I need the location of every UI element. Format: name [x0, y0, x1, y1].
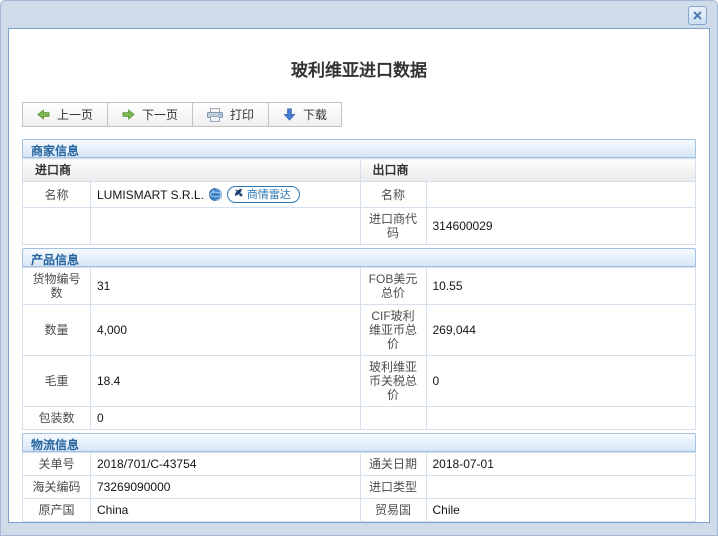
duty-bob-value: 0	[425, 355, 696, 407]
prev-arrow-icon	[37, 108, 50, 121]
importer-code-value: 314600029	[425, 207, 696, 245]
table-row: 名称 LUMISMART S.R.L. 商情雷达 名称	[22, 181, 696, 208]
section-merchant: 商家信息 进口商 出口商 名称 LUMISMART S.R.L. 商情雷达 名称…	[22, 139, 696, 245]
dialog-panel: 玻利维亚进口数据 上一页 下一页 打印 下载 商家信息 进口商 出口商 名称 L…	[8, 28, 710, 523]
next-arrow-icon	[122, 108, 135, 121]
importer-name-label: 名称	[22, 181, 91, 208]
product-table: 货物编号数 31 FOB美元总价 10.55 数量 4,000 CIF玻利维亚币…	[22, 267, 696, 430]
fob-usd-label: FOB美元总价	[359, 267, 427, 305]
importer-column-header: 进口商	[22, 158, 361, 182]
declaration-no-label: 关单号	[22, 452, 91, 476]
hs-code-value: 73269090000	[90, 475, 361, 499]
cif-bob-value: 269,044	[425, 304, 696, 356]
quantity-value: 4,000	[90, 304, 361, 356]
cif-bob-label: CIF玻利维亚币总价	[359, 304, 427, 356]
table-row: 原产国 China 贸易国 Chile	[22, 498, 696, 522]
close-icon	[693, 7, 702, 25]
trade-country-label: 贸易国	[359, 498, 427, 522]
origin-country-value: China	[90, 498, 361, 522]
print-label: 打印	[230, 108, 255, 122]
package-count-value: 0	[90, 406, 361, 430]
trade-country-value: Chile	[425, 498, 696, 522]
product-section-header: 产品信息	[22, 248, 696, 267]
table-row: 进口商代码 314600029	[22, 207, 696, 245]
goods-count-label: 货物编号数	[22, 267, 91, 305]
duty-bob-label: 玻利维亚币关税总价	[359, 355, 427, 407]
dialog-titlebar	[1, 1, 717, 28]
table-row: 数量 4,000 CIF玻利维亚币总价 269,044	[22, 304, 696, 356]
dialog-window: 玻利维亚进口数据 上一页 下一页 打印 下载 商家信息 进口商 出口商 名称 L…	[0, 0, 718, 536]
download-button[interactable]: 下载	[268, 102, 343, 127]
table-row: 毛重 18.4 玻利维亚币关税总价 0	[22, 355, 696, 407]
section-logistics: 物流信息 关单号 2018/701/C-43754 通关日期 2018-07-0…	[22, 433, 696, 522]
print-button[interactable]: 打印	[192, 102, 270, 127]
empty-cell	[425, 406, 696, 430]
toolbar: 上一页 下一页 打印 下载	[22, 102, 696, 127]
exporter-name-label: 名称	[359, 181, 427, 208]
page-title: 玻利维亚进口数据	[291, 61, 427, 80]
exporter-name-value	[425, 181, 696, 208]
radar-icon	[233, 187, 244, 202]
package-count-label: 包装数	[22, 406, 91, 430]
empty-cell	[359, 406, 427, 430]
importer-name-value: LUMISMART S.R.L.	[97, 187, 204, 202]
table-row: 包装数 0	[22, 406, 696, 430]
import-type-value	[425, 475, 696, 499]
prev-page-button[interactable]: 上一页	[22, 102, 109, 127]
clearance-date-label: 通关日期	[359, 452, 427, 476]
gross-weight-label: 毛重	[22, 355, 91, 407]
origin-country-label: 原产国	[22, 498, 91, 522]
download-label: 下载	[303, 108, 328, 122]
business-radar-label: 商情雷达	[246, 188, 291, 201]
globe-icon[interactable]	[208, 188, 222, 201]
prev-page-label: 上一页	[57, 108, 94, 122]
fob-usd-value: 10.55	[425, 267, 696, 305]
merchant-table: 进口商 出口商 名称 LUMISMART S.R.L. 商情雷达 名称 进口商代…	[22, 158, 696, 245]
merchant-group-row: 进口商 出口商	[22, 158, 696, 182]
goods-count-value: 31	[90, 267, 361, 305]
logistics-section-header: 物流信息	[22, 433, 696, 452]
hs-code-label: 海关编码	[22, 475, 91, 499]
logistics-table: 关单号 2018/701/C-43754 通关日期 2018-07-01 海关编…	[22, 452, 696, 522]
next-page-button[interactable]: 下一页	[107, 102, 194, 127]
importer-name-cell: LUMISMART S.R.L. 商情雷达	[90, 181, 361, 208]
business-radar-button[interactable]: 商情雷达	[226, 186, 300, 203]
importer-code-label: 进口商代码	[359, 207, 427, 245]
quantity-label: 数量	[22, 304, 91, 356]
gross-weight-value: 18.4	[90, 355, 361, 407]
clearance-date-value: 2018-07-01	[425, 452, 696, 476]
table-row: 货物编号数 31 FOB美元总价 10.55	[22, 267, 696, 305]
exporter-column-header: 出口商	[359, 158, 696, 182]
next-page-label: 下一页	[142, 108, 179, 122]
merchant-section-header: 商家信息	[22, 139, 696, 158]
section-product: 产品信息 货物编号数 31 FOB美元总价 10.55 数量 4,000 CIF…	[22, 248, 696, 430]
table-row: 海关编码 73269090000 进口类型	[22, 475, 696, 499]
close-button[interactable]	[688, 6, 707, 25]
table-row: 关单号 2018/701/C-43754 通关日期 2018-07-01	[22, 452, 696, 476]
declaration-no-value: 2018/701/C-43754	[90, 452, 361, 476]
empty-cell	[90, 207, 361, 245]
empty-cell	[22, 207, 91, 245]
printer-icon	[207, 107, 224, 122]
download-arrow-icon	[283, 108, 296, 121]
import-type-label: 进口类型	[359, 475, 427, 499]
